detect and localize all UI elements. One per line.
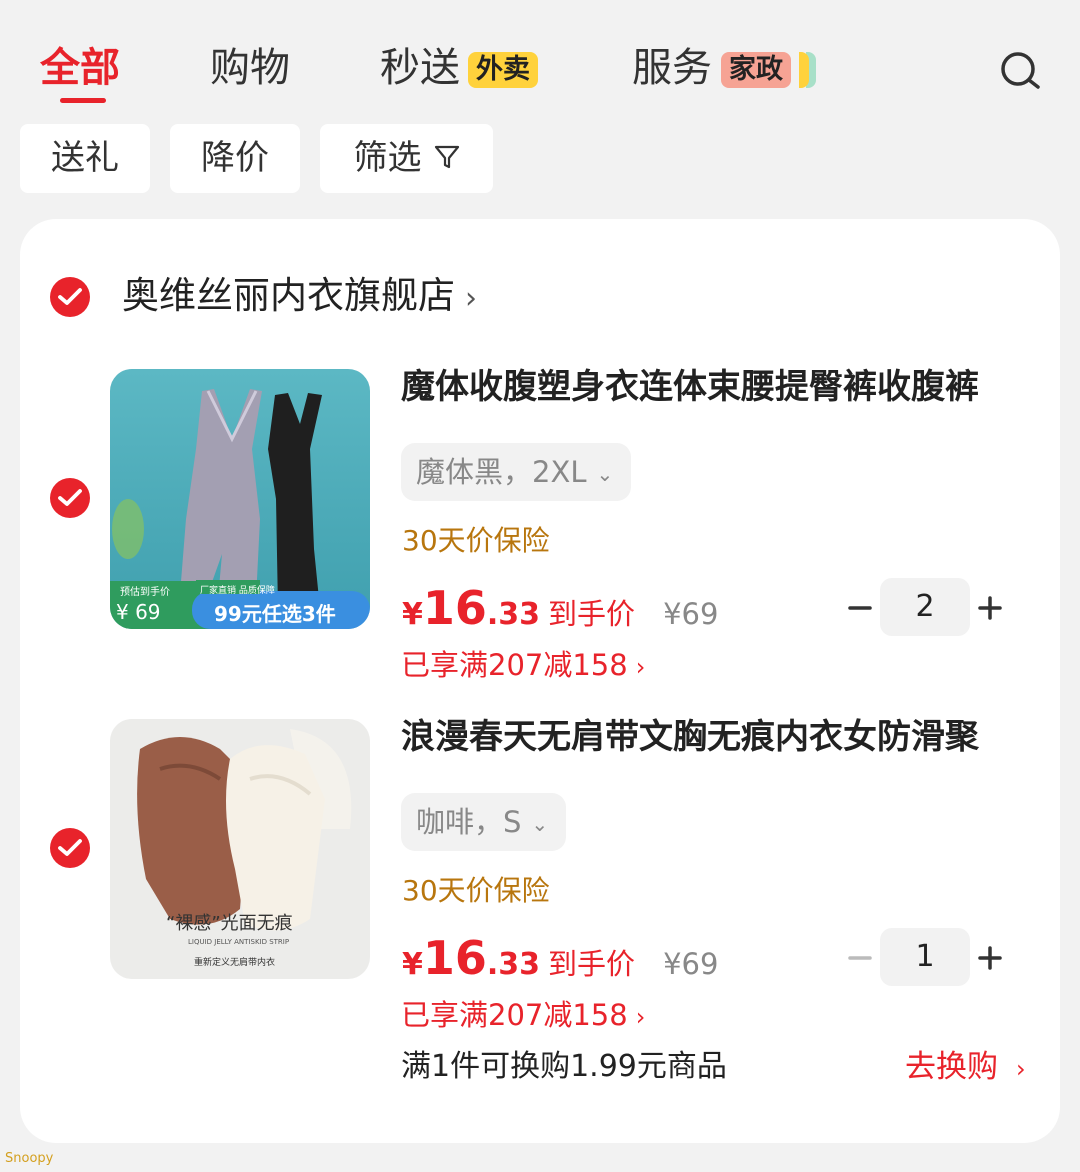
image-subtitle-cn: 重新定义无肩带内衣 <box>194 958 276 968</box>
price-decimal: .33 <box>486 947 541 982</box>
price-currency: ¥ <box>402 947 423 982</box>
original-price: ¥69 <box>663 597 719 631</box>
price-insurance-label: 30天价保险 <box>402 874 550 907</box>
original-price: ¥69 <box>663 947 719 981</box>
variant-label: 咖啡，S <box>416 805 522 839</box>
quantity-decrease-button[interactable] <box>845 943 875 973</box>
price-integer: 16 <box>422 931 487 985</box>
product-image[interactable]: “裸感”光面无痕 LIQUID JELLY ANTISKID STRIP 重新定… <box>110 719 370 979</box>
image-guarantee-caption: 厂家直销 品质保障 <box>200 586 275 596</box>
active-tab-indicator <box>60 98 106 103</box>
store-name: 奥维丝丽内衣旗舰店 <box>122 274 455 317</box>
filter-chip[interactable]: 筛选 <box>320 124 493 193</box>
chevron-right-icon: › <box>1016 1055 1026 1083</box>
tab-shopping[interactable]: 购物 <box>210 42 290 94</box>
image-headline: “裸感”光面无痕 <box>166 913 293 934</box>
promo-discount-link[interactable]: 已享满207减158 › <box>401 645 645 687</box>
promo-text: 已享满207减158 <box>401 648 628 682</box>
quantity-decrease-button[interactable] <box>845 593 875 623</box>
item-select-checkbox[interactable] <box>50 478 90 518</box>
filter-funnel-icon <box>434 125 460 194</box>
minus-icon <box>848 606 872 610</box>
price-row: ¥16.33 到手价 ¥69 <box>402 581 718 637</box>
item-select-checkbox[interactable] <box>50 828 90 868</box>
search-button[interactable] <box>996 46 1046 96</box>
store-cart-card: 奥维丝丽内衣旗舰店 › 预估到手价 厂家直销 品质保障 ¥ 69 99元任选3件… <box>20 219 1060 1143</box>
quantity-input[interactable]: 1 <box>880 928 970 986</box>
filter-label: 筛选 <box>353 138 422 178</box>
housekeeping-badge: 家政 <box>721 52 791 88</box>
variant-selector[interactable]: 咖啡，S ⌄ <box>401 793 567 851</box>
quantity-increase-button[interactable] <box>975 943 1005 973</box>
image-subtitle-en: LIQUID JELLY ANTISKID STRIP <box>188 938 290 946</box>
price-integer: 16 <box>422 581 487 635</box>
promo-discount-link[interactable]: 已享满207减158 › <box>401 995 645 1037</box>
final-price-tag: 到手价 <box>548 947 636 981</box>
store-name-link[interactable]: 奥维丝丽内衣旗舰店 › <box>122 271 477 324</box>
tab-all[interactable]: 全部 <box>40 42 120 94</box>
price-drop-filter-chip[interactable]: 降价 <box>170 124 300 193</box>
price-decimal: .33 <box>486 597 541 632</box>
search-icon <box>1001 52 1040 89</box>
exchange-button[interactable]: 去换购 › <box>905 1047 1026 1089</box>
quantity-increase-button[interactable] <box>975 593 1005 623</box>
tab-services[interactable]: 服务 <box>632 42 712 94</box>
final-price-tag: 到手价 <box>548 597 636 631</box>
quantity-input[interactable]: 2 <box>880 578 970 636</box>
price-drop-filter-label: 降价 <box>201 138 269 178</box>
promo-text: 已享满207减158 <box>401 998 628 1032</box>
chevron-right-icon: › <box>635 653 646 681</box>
chevron-down-icon: ⌄ <box>596 462 614 486</box>
plus-icon <box>978 946 1002 970</box>
watermark: Snoopy <box>5 1151 54 1166</box>
variant-selector[interactable]: 魔体黑，2XL ⌄ <box>401 443 632 501</box>
checkmark-icon <box>58 489 82 506</box>
variant-label: 魔体黑，2XL <box>416 455 587 489</box>
chevron-right-icon: › <box>465 281 477 316</box>
gift-filter-chip[interactable]: 送礼 <box>20 124 150 193</box>
price-row: ¥16.33 到手价 ¥69 <box>402 931 718 987</box>
store-select-checkbox[interactable] <box>50 277 90 317</box>
product-image[interactable]: 预估到手价 厂家直销 品质保障 ¥ 69 99元任选3件 <box>110 369 370 629</box>
gift-filter-label: 送礼 <box>51 138 119 178</box>
plus-icon <box>978 596 1002 620</box>
chevron-down-icon: ⌄ <box>531 812 549 836</box>
category-tabs: 全部 购物 秒送 外卖 服务 家政 <box>0 0 1080 110</box>
minus-icon <box>848 956 872 960</box>
image-offer-text: 99元任选3件 <box>214 602 336 626</box>
product-title[interactable]: 魔体收腹塑身衣连体束腰提臀裤收腹裤 <box>401 364 979 410</box>
image-price-caption: 预估到手价 <box>120 587 170 598</box>
tab-instant-delivery[interactable]: 秒送 <box>380 42 460 94</box>
image-price-value: ¥ 69 <box>116 600 161 624</box>
product-title[interactable]: 浪漫春天无肩带文胸无痕内衣女防滑聚 <box>401 714 979 760</box>
checkmark-icon <box>58 839 82 856</box>
price-insurance-label: 30天价保险 <box>402 524 550 557</box>
chevron-right-icon: › <box>635 1003 646 1031</box>
checkmark-icon <box>58 288 82 305</box>
badge-stack-strip <box>799 52 809 88</box>
takeout-badge: 外卖 <box>468 52 538 88</box>
exchange-offer-note: 满1件可换购1.99元商品 <box>401 1049 727 1084</box>
price-currency: ¥ <box>402 597 423 632</box>
exchange-label: 去换购 <box>905 1049 998 1085</box>
